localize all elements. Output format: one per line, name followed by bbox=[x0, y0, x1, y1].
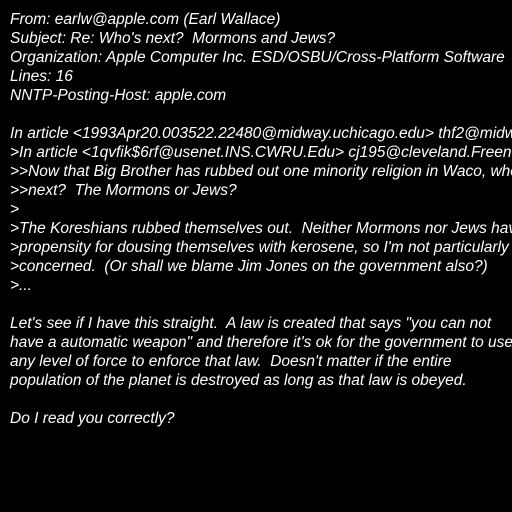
header-organization: Organization: Apple Computer Inc. ESD/OS… bbox=[10, 49, 505, 66]
quoted-line: >propensity for dousing themselves with … bbox=[10, 239, 509, 256]
header-nntp-posting-host: NNTP-Posting-Host: apple.com bbox=[10, 87, 227, 104]
header-subject: Subject: Re: Who's next? Mormons and Jew… bbox=[10, 30, 336, 47]
quoted-line: >In article <1qvfik$6rf@usenet.INS.CWRU.… bbox=[10, 144, 512, 161]
quoted-line: >... bbox=[10, 277, 32, 294]
body-line: population of the planet is destroyed as… bbox=[10, 372, 467, 389]
header-lines: Lines: 16 bbox=[10, 68, 73, 85]
header-from: From: earlw@apple.com (Earl Wallace) bbox=[10, 11, 281, 28]
body-line: any level of force to enforce that law. … bbox=[10, 353, 452, 370]
quoted-line: >>next? The Mormons or Jews? bbox=[10, 182, 237, 199]
body-line: have a automatic weapon" and therefore i… bbox=[10, 334, 512, 351]
closing-question: Do I read you correctly? bbox=[10, 410, 175, 427]
quoted-line: >The Koreshians rubbed themselves out. N… bbox=[10, 220, 512, 237]
email-message-page: From: earlw@apple.com (Earl Wallace) Sub… bbox=[0, 0, 512, 512]
body-line: Let's see if I have this straight. A law… bbox=[10, 315, 492, 332]
quoted-line: >>Now that Big Brother has rubbed out on… bbox=[10, 163, 512, 180]
quoted-line: >concerned. (Or shall we blame Jim Jones… bbox=[10, 258, 488, 275]
quote-attribution: In article <1993Apr20.003522.22480@midwa… bbox=[10, 125, 512, 142]
quoted-line: > bbox=[10, 201, 20, 218]
